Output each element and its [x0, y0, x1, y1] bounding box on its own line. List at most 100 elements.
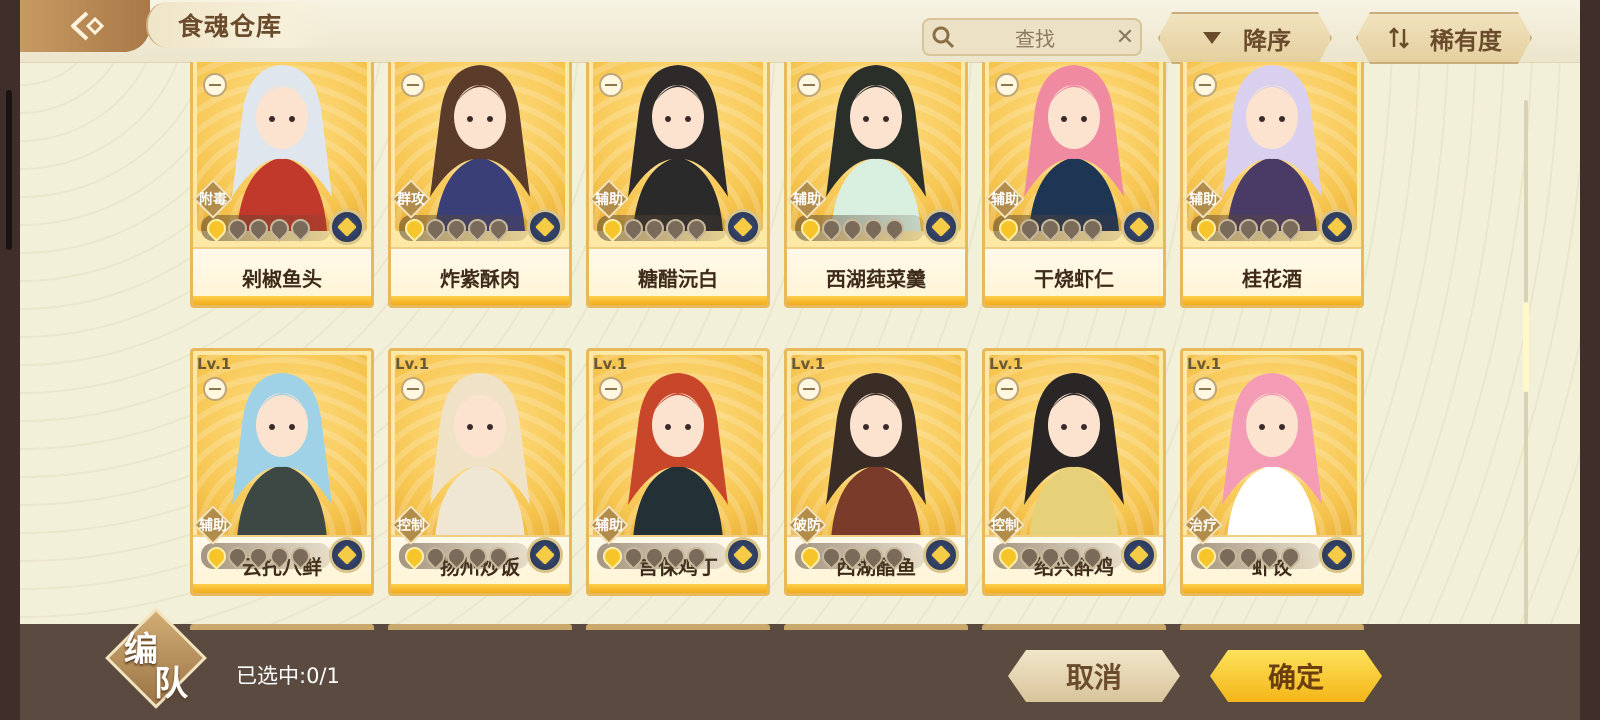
lock-icon[interactable] — [599, 377, 623, 401]
card-level: Lv.1 — [197, 355, 232, 373]
next-row-card-edge — [586, 624, 770, 630]
element-badge-icon — [527, 537, 563, 573]
card-name: 炸紫酥肉 — [391, 247, 569, 305]
star-icon — [1016, 542, 1043, 570]
star-icon — [1079, 214, 1106, 242]
star-rating — [993, 542, 1123, 570]
food-soul-card[interactable]: 辅助 桂花酒 — [1180, 62, 1364, 308]
back-button[interactable] — [20, 0, 150, 52]
star-icon — [620, 542, 647, 570]
page-title-plate: 食魂仓库 — [146, 2, 336, 48]
role-tag: 控制 — [391, 505, 431, 545]
lock-icon[interactable] — [995, 377, 1019, 401]
element-badge-icon — [923, 209, 959, 245]
star-icon — [995, 542, 1022, 570]
lock-icon[interactable] — [1193, 73, 1217, 97]
food-soul-card[interactable]: 附毒 剁椒鱼头 — [190, 62, 374, 308]
star-icon — [485, 542, 512, 570]
lock-icon[interactable] — [203, 73, 227, 97]
element-badge-icon — [527, 209, 563, 245]
food-soul-card[interactable]: 辅助 糖醋沅白 — [586, 62, 770, 308]
star-icon — [818, 542, 845, 570]
scrollbar-thumb[interactable] — [1523, 302, 1529, 392]
card-grid: 附毒 剁椒鱼头 群攻 炸紫酥肉 辅助 糖醋沅白 辅助 西湖莼菜羹 辅助 干烧虾仁 辅助 桂花酒 Lv.1… — [20, 62, 1580, 624]
role-tag: 辅助 — [985, 179, 1025, 219]
right-bezel — [1580, 0, 1600, 720]
star-icon — [443, 214, 470, 242]
food-soul-card[interactable]: Lv.1辅助云托八鲜 — [190, 348, 374, 596]
role-label: 群攻 — [397, 192, 425, 208]
cancel-button[interactable]: 取消 — [1008, 650, 1180, 702]
food-soul-card[interactable]: 辅助西湖莼菜羹 — [784, 62, 968, 308]
star-icon — [224, 542, 251, 570]
lock-icon[interactable] — [203, 377, 227, 401]
star-icon — [683, 214, 710, 242]
star-icon — [881, 542, 908, 570]
role-label: 控制 — [991, 518, 1019, 534]
food-soul-card[interactable]: Lv.1控制扬州炒饭 — [388, 348, 572, 596]
food-soul-card[interactable]: Lv.1辅助宫保鸡丁 — [586, 348, 770, 596]
star-icon — [662, 214, 689, 242]
lock-icon[interactable] — [401, 377, 425, 401]
star-icon — [797, 542, 824, 570]
card-level: Lv.1 — [1187, 355, 1222, 373]
role-tag: 辅助 — [1183, 179, 1223, 219]
sort-order-button[interactable]: 降序 — [1158, 12, 1332, 64]
lock-icon[interactable] — [599, 73, 623, 97]
star-icon — [287, 542, 314, 570]
food-soul-card[interactable]: Lv.1破防西湖醋鱼 — [784, 348, 968, 596]
star-icon — [1193, 542, 1220, 570]
star-icon — [641, 214, 668, 242]
role-label: 附毒 — [199, 192, 227, 208]
back-arrow-icon — [71, 11, 105, 41]
card-level: Lv.1 — [593, 355, 628, 373]
star-icon — [860, 214, 887, 242]
star-icon — [839, 542, 866, 570]
star-icon — [1079, 542, 1106, 570]
close-icon[interactable]: ✕ — [1110, 25, 1140, 50]
star-icon — [464, 542, 491, 570]
lock-icon[interactable] — [1193, 377, 1217, 401]
star-rating — [201, 542, 331, 570]
role-label: 辅助 — [793, 192, 821, 208]
lock-icon[interactable] — [995, 73, 1019, 97]
element-badge-icon — [725, 537, 761, 573]
role-label: 控制 — [397, 518, 425, 534]
lock-icon[interactable] — [797, 377, 821, 401]
element-badge-icon — [329, 209, 365, 245]
element-badge-icon — [923, 537, 959, 573]
star-icon — [641, 542, 668, 570]
food-soul-card[interactable]: Lv.1控制绍兴醉鸡 — [982, 348, 1166, 596]
role-tag: 治疗 — [1183, 505, 1223, 545]
next-row-card-edge — [982, 624, 1166, 630]
role-tag: 破防 — [787, 505, 827, 545]
star-icon — [266, 214, 293, 242]
element-badge-icon — [1121, 537, 1157, 573]
role-tag: 群攻 — [391, 179, 431, 219]
rarity-sort-button[interactable]: 稀有度 — [1356, 12, 1532, 64]
role-tag: 辅助 — [589, 505, 629, 545]
role-label: 治疗 — [1189, 518, 1217, 534]
next-row-card-edge — [784, 624, 968, 630]
role-label: 破防 — [793, 518, 821, 534]
search-input[interactable]: 查找 — [960, 23, 1110, 52]
lock-icon[interactable] — [797, 73, 821, 97]
role-tag: 辅助 — [193, 505, 233, 545]
card-name: 西湖莼菜羹 — [787, 247, 965, 305]
role-label: 辅助 — [595, 192, 623, 208]
star-icon — [443, 542, 470, 570]
star-icon — [1058, 214, 1085, 242]
star-icon — [203, 542, 230, 570]
food-soul-card[interactable]: 群攻炸紫酥肉 — [388, 62, 572, 308]
next-row-card-edge — [1180, 624, 1364, 630]
confirm-button[interactable]: 确定 — [1210, 650, 1382, 702]
rarity-sort-label: 稀有度 — [1430, 26, 1502, 55]
search-box[interactable]: 查找 ✕ — [922, 18, 1142, 56]
star-icon — [860, 542, 887, 570]
food-soul-card[interactable]: Lv.1治疗虾饺 — [1180, 348, 1364, 596]
next-row-card-edge — [388, 624, 572, 630]
star-icon — [1256, 542, 1283, 570]
lock-icon[interactable] — [401, 73, 425, 97]
team-label-1: 编 — [124, 630, 158, 670]
food-soul-card[interactable]: 辅助 干烧虾仁 — [982, 62, 1166, 308]
